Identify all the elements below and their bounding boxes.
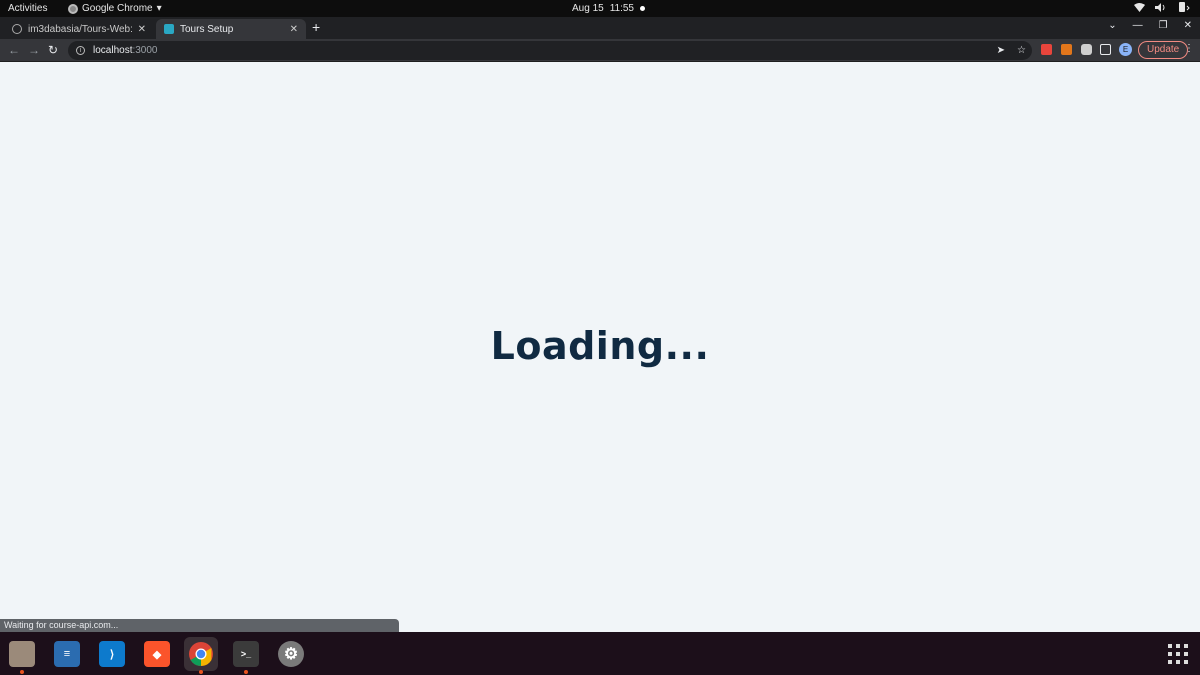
dock-terminal[interactable]: >_ (229, 637, 263, 674)
show-applications-icon[interactable] (1168, 644, 1188, 664)
browser-toolbar: ← → ↻ i localhost :3000 ➤ ☆ E Update ⋮ (0, 39, 1200, 62)
dock-settings[interactable]: ⚙ (274, 637, 308, 671)
dock-vscode[interactable]: ⟩ (95, 637, 129, 671)
send-icon[interactable]: ➤ (997, 45, 1005, 56)
metamask-icon[interactable] (1061, 44, 1072, 55)
tab-tours-setup[interactable]: Tours Setup ✕ (156, 19, 306, 39)
wifi-icon (1134, 2, 1145, 12)
files-icon (9, 641, 35, 667)
new-tab-button[interactable]: + (312, 19, 320, 35)
site-info-icon[interactable]: i (76, 46, 85, 55)
clock-date: Aug 15 (572, 3, 604, 14)
maximize-button[interactable]: ❐ (1159, 20, 1168, 31)
running-indicator (244, 670, 248, 674)
more-menu-icon[interactable]: ⋮ (1184, 43, 1194, 54)
clock[interactable]: Aug 15 11:55 (572, 3, 645, 14)
clock-time: 11:55 (609, 3, 634, 14)
text-editor-icon: ≡ (54, 641, 80, 667)
vscode-icon: ⟩ (99, 641, 125, 667)
react-icon (164, 24, 174, 34)
activities-button[interactable]: Activities (8, 3, 47, 14)
running-indicator (199, 670, 203, 674)
chevron-down-icon: ▾ (156, 3, 162, 14)
tab-strip: im3dabasia/Tours-Web: A ✕ Tours Setup ✕ … (0, 17, 1200, 39)
bookmark-star-icon[interactable]: ☆ (1017, 45, 1026, 56)
settings-icon: ⚙ (278, 641, 304, 667)
tab-github[interactable]: im3dabasia/Tours-Web: A ✕ (4, 19, 154, 39)
dock-text-editor[interactable]: ≡ (50, 637, 84, 671)
battery-icon (1179, 2, 1190, 12)
address-bar[interactable]: i localhost :3000 ➤ ☆ (68, 41, 1032, 60)
close-icon[interactable]: ✕ (290, 24, 298, 35)
dock-chrome[interactable] (184, 637, 218, 674)
update-button[interactable]: Update (1138, 41, 1189, 59)
loading-heading: Loading... (490, 324, 710, 368)
system-tray[interactable] (1134, 2, 1190, 12)
tab-search-icon[interactable]: ⌄ (1108, 20, 1116, 31)
close-icon[interactable]: ✕ (138, 24, 146, 35)
app-menu-label: Google Chrome (82, 3, 153, 14)
back-button[interactable]: ← (8, 43, 20, 57)
avatar[interactable]: E (1119, 43, 1132, 56)
terminal-icon: >_ (233, 641, 259, 667)
forward-button[interactable]: → (28, 43, 40, 57)
reload-button[interactable]: ↻ (48, 43, 58, 57)
chrome-icon (68, 3, 78, 14)
running-indicator (20, 670, 24, 674)
tab-title: im3dabasia/Tours-Web: A (28, 23, 134, 35)
window-controls: ⌄ — ❐ ✕ (1108, 20, 1192, 31)
chrome-icon (189, 642, 213, 666)
system-top-bar: Activities Google Chrome ▾ Aug 15 11:55 (0, 0, 1200, 17)
tab-title: Tours Setup (180, 23, 234, 35)
notification-dot-icon (640, 6, 645, 11)
url-host: localhost (93, 45, 133, 56)
extension-icon[interactable] (1041, 44, 1052, 55)
minimize-button[interactable]: — (1133, 20, 1143, 31)
dock: ≡ ⟩ ◆ >_ ⚙ (0, 632, 1200, 675)
app-menu[interactable]: Google Chrome ▾ (68, 3, 162, 14)
url-port: :3000 (132, 45, 158, 56)
github-icon (12, 24, 22, 34)
brave-icon: ◆ (144, 641, 170, 667)
dock-files[interactable] (5, 637, 39, 674)
close-window-button[interactable]: ✕ (1184, 20, 1192, 31)
dock-brave[interactable]: ◆ (140, 637, 174, 671)
status-bubble: Waiting for course-api.com... (0, 619, 399, 632)
puzzle-icon[interactable] (1081, 44, 1092, 55)
page-content: Loading... (0, 62, 1200, 632)
volume-icon (1155, 2, 1165, 12)
side-panel-icon[interactable] (1100, 44, 1111, 55)
